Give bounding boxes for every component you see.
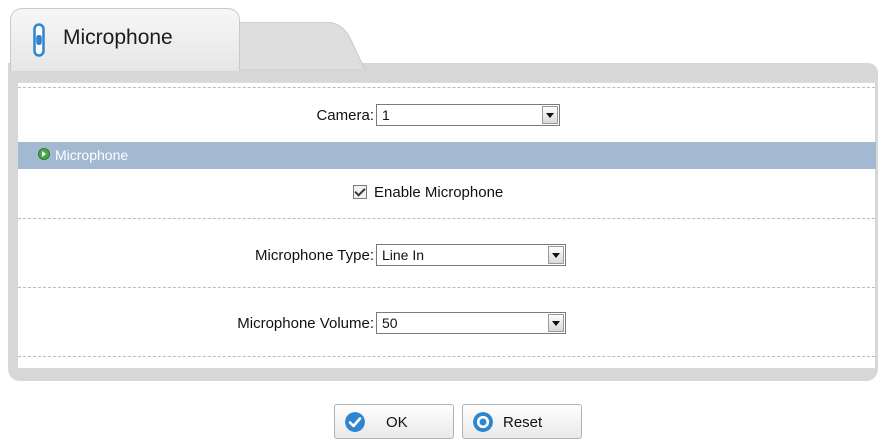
- microphone-volume-label: Microphone Volume:: [237, 315, 374, 332]
- divider: [18, 356, 875, 357]
- tab-microphone[interactable]: Microphone: [10, 8, 240, 71]
- chevron-down-icon[interactable]: [548, 246, 564, 264]
- microphone-type-value: Line In: [382, 247, 425, 263]
- arrow-right-icon: [38, 148, 50, 160]
- camera-label: Camera:: [316, 107, 374, 124]
- tab-background-slope: [225, 22, 365, 70]
- reset-button-label: Reset: [503, 414, 543, 431]
- microphone-volume-value: 50: [382, 315, 398, 331]
- divider: [18, 287, 875, 288]
- microphone-type-select[interactable]: Line In: [376, 244, 566, 266]
- ok-button[interactable]: OK: [334, 404, 454, 439]
- section-label: Microphone: [55, 147, 129, 163]
- reset-icon: [473, 412, 493, 432]
- checkmark-icon: [345, 412, 365, 432]
- divider: [18, 218, 875, 219]
- microphone-type-label: Microphone Type:: [255, 247, 374, 264]
- tab-title: Microphone: [63, 26, 173, 49]
- enable-microphone-checkbox[interactable]: [353, 185, 367, 199]
- microphone-tab-icon: [33, 23, 45, 57]
- reset-button[interactable]: Reset: [462, 404, 582, 439]
- chevron-down-icon[interactable]: [548, 314, 564, 332]
- camera-select[interactable]: 1: [376, 104, 560, 126]
- ok-button-label: OK: [386, 414, 408, 431]
- chevron-down-icon[interactable]: [542, 106, 558, 124]
- camera-select-value: 1: [382, 107, 390, 123]
- divider: [18, 87, 875, 88]
- microphone-section-header: Microphone: [18, 142, 876, 169]
- enable-microphone-label: Enable Microphone: [374, 184, 504, 201]
- microphone-volume-select[interactable]: 50: [376, 312, 566, 334]
